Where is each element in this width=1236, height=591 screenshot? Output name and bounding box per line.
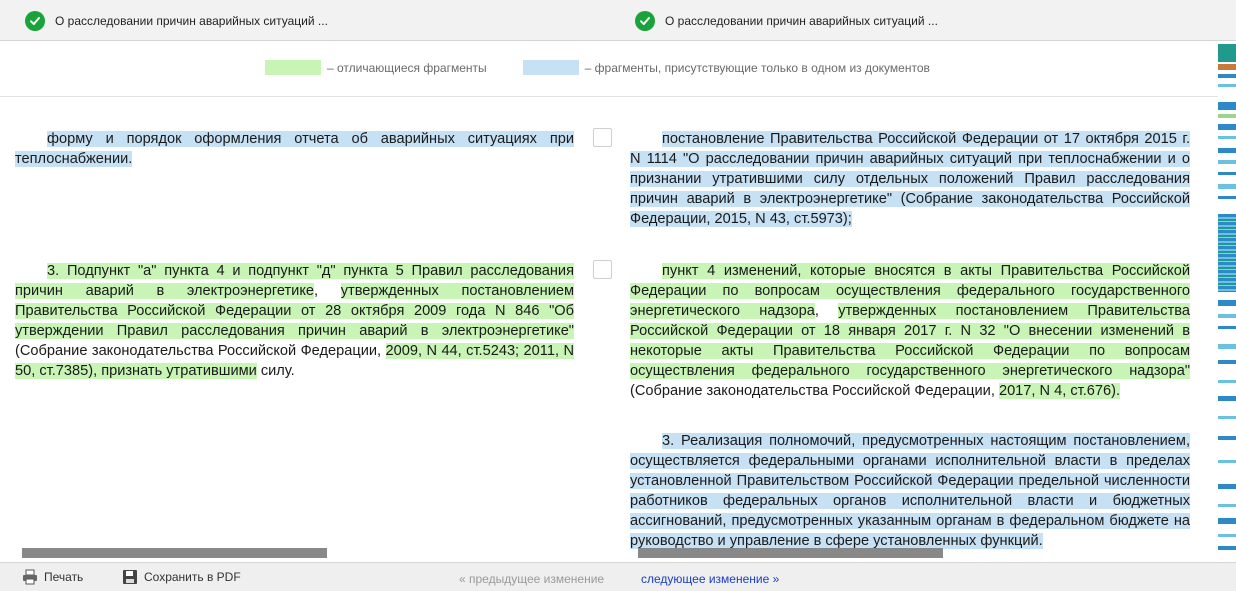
legend-divider (0, 96, 1218, 97)
left-paragraph-1: форму и порядок оформления отчета об ава… (15, 129, 574, 169)
next-change-link[interactable]: следующее изменение » (641, 572, 779, 586)
right-paragraph-3: 3. Реализация полномочий, предусмотренны… (630, 431, 1190, 551)
save-pdf-label: Сохранить в PDF (144, 570, 241, 584)
bottom-toolbar: Печать Сохранить в PDF « предыдущее изме… (0, 562, 1236, 591)
unique-fragment: форму и порядок оформления отчета об ава… (15, 131, 574, 167)
unique-fragment: 3. Реализация полномочий, предусмотренны… (630, 433, 1190, 549)
save-pdf-button[interactable]: Сохранить в PDF (122, 569, 241, 585)
unique-fragment: постановление Правительства Российской Ф… (630, 131, 1190, 227)
checkmark-icon (25, 11, 45, 31)
print-button[interactable]: Печать (22, 569, 83, 585)
left-paragraph-2: 3. Подпункт "а" пункта 4 и подпункт "д" … (15, 263, 575, 379)
changed-fragment: 2017, N 4, ст.676). (998, 383, 1121, 399)
right-paragraph-1: постановление Правительства Российской Ф… (630, 129, 1190, 229)
right-paragraph-2: пункт 4 изменений, которые вносятся в ак… (630, 263, 1190, 399)
unique-fragment-swatch (522, 60, 579, 75)
checkmark-icon (635, 11, 655, 31)
right-document-title: О расследовании причин аварийных ситуаци… (665, 14, 938, 28)
accept-change-checkbox[interactable] (593, 128, 612, 147)
left-document-title: О расследовании причин аварийных ситуаци… (55, 14, 328, 28)
right-document-tab[interactable]: О расследовании причин аварийных ситуаци… (635, 10, 938, 32)
previous-change-link[interactable]: « предыдущее изменение (459, 572, 604, 586)
changed-fragment-label: – отличающиеся фрагменты (327, 60, 487, 75)
left-horizontal-scrollbar[interactable] (22, 548, 327, 558)
accept-change-checkbox[interactable] (593, 260, 612, 279)
left-document-tab[interactable]: О расследовании причин аварийных ситуаци… (25, 10, 328, 32)
right-horizontal-scrollbar[interactable] (638, 548, 943, 558)
document-header-bar: О расследовании причин аварийных ситуаци… (0, 0, 1236, 41)
legend: – отличающиеся фрагменты – фрагменты, пр… (265, 60, 930, 75)
changed-fragment-swatch (265, 60, 321, 75)
floppy-disk-icon (123, 570, 137, 584)
print-label: Печать (44, 570, 84, 584)
printer-icon (23, 569, 37, 585)
changes-minimap[interactable] (1218, 44, 1236, 562)
unique-fragment-label: – фрагменты, присутствующие только в одн… (584, 60, 930, 75)
